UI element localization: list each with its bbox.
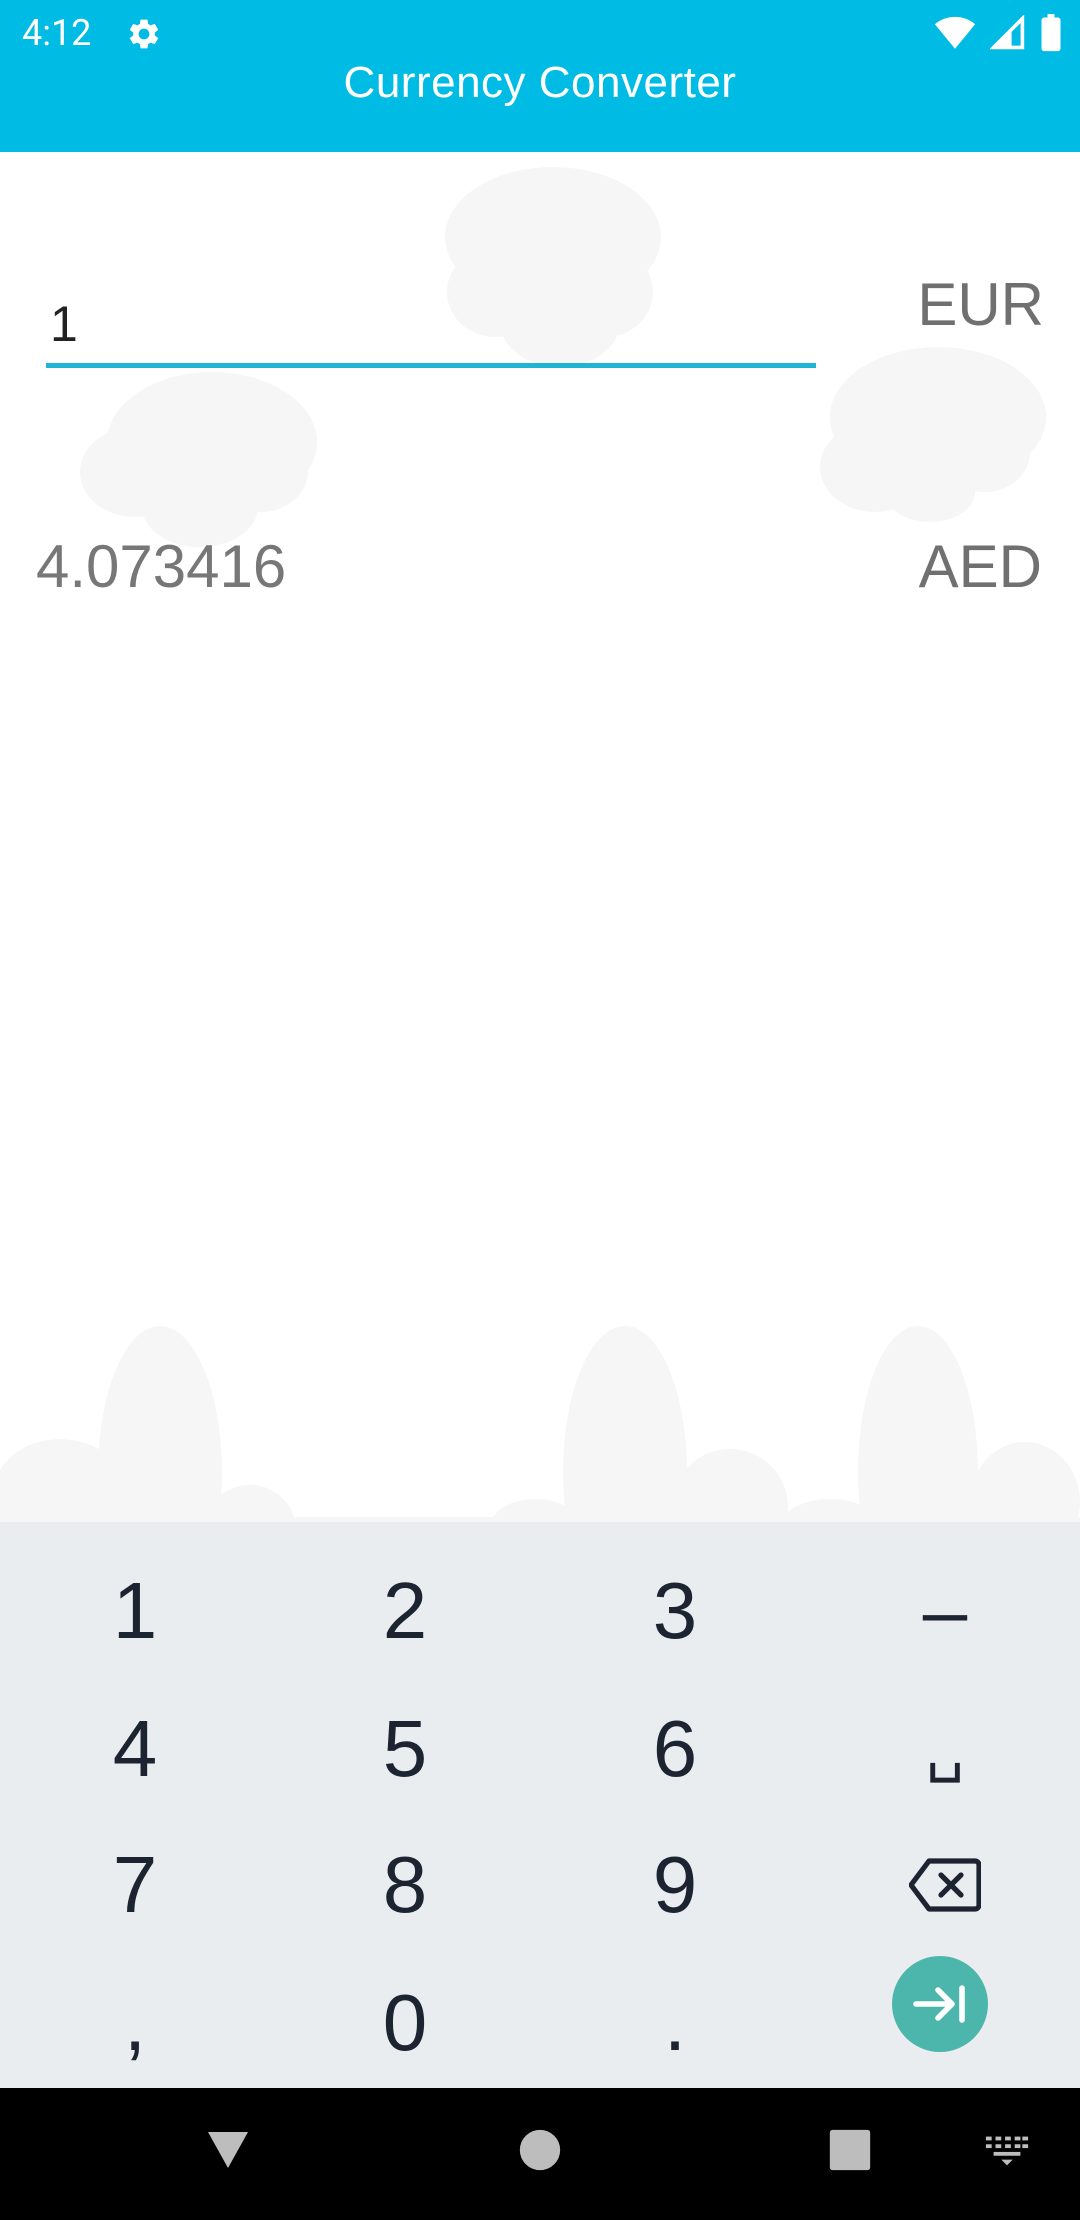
numeric-keyboard: 1 2 3 – 4 5 6 ␣ 7 8 9 , 0 . <box>0 1522 1080 2088</box>
backspace-icon <box>909 1858 981 1912</box>
key-2[interactable]: 2 <box>270 1542 540 1680</box>
key-comma[interactable]: , <box>0 1954 270 2092</box>
next-icon <box>913 1985 965 2023</box>
status-time: 4:12 <box>22 12 92 54</box>
app-bar: 4:12 Currency Converter <box>0 0 1080 152</box>
key-space[interactable]: ␣ <box>810 1680 1080 1818</box>
key-9[interactable]: 9 <box>540 1816 810 1954</box>
key-8[interactable]: 8 <box>270 1816 540 1954</box>
cellular-signal-icon <box>990 15 1025 50</box>
key-3[interactable]: 3 <box>540 1542 810 1680</box>
battery-icon <box>1041 14 1061 52</box>
to-currency-selector[interactable]: AED <box>919 532 1042 601</box>
next-button[interactable] <box>892 1956 988 2052</box>
backspace-key[interactable] <box>810 1816 1080 1954</box>
key-6[interactable]: 6 <box>540 1680 810 1818</box>
home-icon[interactable] <box>518 2128 562 2172</box>
system-navigation-bar <box>0 2088 1080 2220</box>
back-icon[interactable] <box>204 2124 252 2172</box>
page-title: Currency Converter <box>343 58 737 107</box>
key-7[interactable]: 7 <box>0 1816 270 1954</box>
amount-input[interactable] <box>46 284 816 368</box>
converter-panel: EUR 4.073416 AED <box>0 152 1080 1522</box>
key-4[interactable]: 4 <box>0 1680 270 1818</box>
key-5[interactable]: 5 <box>270 1680 540 1818</box>
key-1[interactable]: 1 <box>0 1542 270 1680</box>
converted-amount: 4.073416 <box>36 533 287 600</box>
key-minus[interactable]: – <box>810 1542 1080 1680</box>
key-period[interactable]: . <box>540 1954 810 2092</box>
key-0[interactable]: 0 <box>270 1954 540 2092</box>
keyboard-switch-icon[interactable] <box>984 2132 1030 2168</box>
status-icons <box>934 14 1062 52</box>
gear-icon <box>129 19 159 49</box>
recents-icon[interactable] <box>828 2128 872 2172</box>
from-currency-selector[interactable]: EUR <box>917 270 1044 339</box>
wifi-icon <box>934 16 976 49</box>
